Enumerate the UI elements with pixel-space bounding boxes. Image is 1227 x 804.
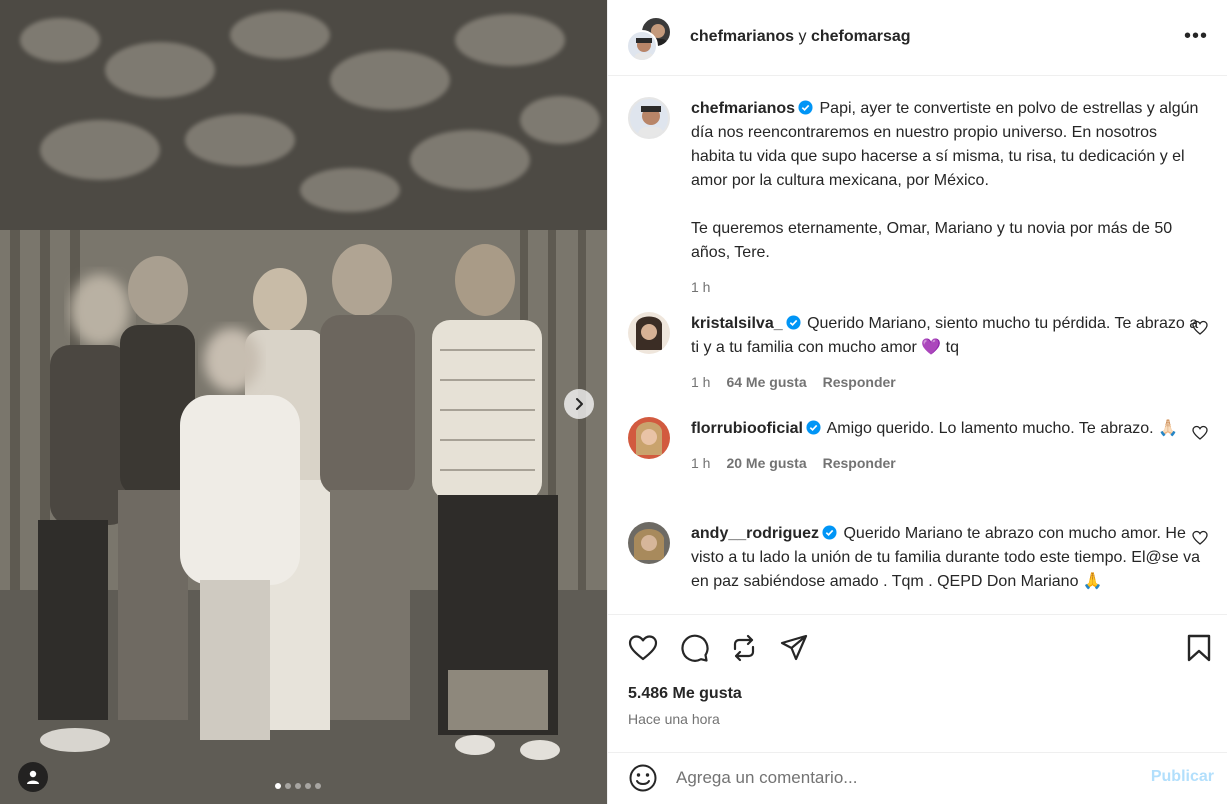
comment-input[interactable] bbox=[676, 763, 1136, 793]
share-icon[interactable] bbox=[779, 633, 809, 663]
avatar[interactable] bbox=[628, 97, 670, 139]
author-username[interactable]: chefmarianos bbox=[690, 28, 794, 45]
comments-list[interactable]: chefmarianos Papi, ayer te convertiste e… bbox=[608, 77, 1227, 614]
collaborator-username[interactable]: chefomarsag bbox=[811, 28, 911, 45]
chevron-right-icon bbox=[576, 398, 583, 410]
post-header: chefmarianos y chefomarsag ••• bbox=[608, 0, 1227, 76]
caption-time[interactable]: 1 h bbox=[691, 275, 710, 299]
comment-likes[interactable]: 20 Me gusta bbox=[726, 451, 806, 475]
post-comment-button[interactable]: Publicar bbox=[1151, 768, 1214, 786]
heart-icon[interactable] bbox=[1192, 425, 1208, 441]
comment-username[interactable]: florrubiooficial bbox=[691, 420, 803, 437]
avatar[interactable] bbox=[628, 312, 670, 354]
authors-connector: y bbox=[794, 28, 811, 45]
comment-meta: 1 h 20 Me gusta Responder bbox=[691, 451, 1201, 475]
repost-icon[interactable] bbox=[729, 633, 759, 663]
caption-meta: 1 h bbox=[691, 275, 1201, 299]
carousel-dot bbox=[295, 783, 301, 789]
heart-icon[interactable] bbox=[1192, 320, 1208, 336]
caption-text-2: Te queremos eternamente, Omar, Mariano y… bbox=[691, 220, 1173, 261]
person-tag-icon bbox=[27, 770, 39, 784]
carousel-dot bbox=[305, 783, 311, 789]
comment-likes[interactable]: 64 Me gusta bbox=[726, 370, 806, 394]
comment-body: andy__rodriguez Querido Mariano te abraz… bbox=[691, 522, 1201, 594]
verified-badge-icon bbox=[806, 420, 821, 435]
heart-icon[interactable] bbox=[628, 633, 658, 663]
avatar[interactable] bbox=[628, 417, 670, 459]
post-actions: 5.486 Me gusta Hace una hora bbox=[608, 614, 1227, 752]
avatar[interactable] bbox=[628, 522, 670, 564]
likes-count[interactable]: 5.486 Me gusta bbox=[628, 685, 742, 703]
comment-body: kristalsilva_ Querido Mariano, siento mu… bbox=[691, 312, 1201, 394]
post-media[interactable] bbox=[0, 0, 607, 804]
carousel-indicator bbox=[275, 783, 321, 789]
collab-avatars[interactable] bbox=[626, 16, 672, 62]
comment-username[interactable]: andy__rodriguez bbox=[691, 525, 819, 542]
tagged-people-button[interactable] bbox=[18, 762, 48, 792]
comment-time[interactable]: 1 h bbox=[691, 370, 710, 394]
heart-icon[interactable] bbox=[1192, 530, 1208, 546]
more-options-button[interactable]: ••• bbox=[1184, 24, 1208, 48]
post-details-pane: chefmarianos y chefomarsag ••• chefmaria… bbox=[607, 0, 1227, 804]
verified-badge-icon bbox=[786, 315, 801, 330]
more-options-icon: ••• bbox=[1184, 24, 1209, 47]
reply-button[interactable]: Responder bbox=[823, 451, 896, 475]
post-timestamp[interactable]: Hace una hora bbox=[628, 711, 720, 727]
caption-username[interactable]: chefmarianos bbox=[691, 100, 795, 117]
carousel-next-button[interactable] bbox=[564, 389, 594, 419]
post-authors: chefmarianos y chefomarsag bbox=[690, 28, 911, 46]
verified-badge-icon bbox=[822, 525, 837, 540]
comment-time[interactable]: 1 h bbox=[691, 451, 710, 475]
carousel-dot bbox=[275, 783, 281, 789]
comment-text: Amigo querido. Lo lamento mucho. Te abra… bbox=[826, 420, 1178, 437]
avatar[interactable] bbox=[626, 30, 658, 62]
emoji-icon[interactable] bbox=[628, 763, 658, 793]
bookmark-icon[interactable] bbox=[1184, 633, 1214, 663]
carousel-dot bbox=[315, 783, 321, 789]
comment-meta: 1 h 64 Me gusta Responder bbox=[691, 370, 1201, 394]
reply-button[interactable]: Responder bbox=[823, 370, 896, 394]
post-photo bbox=[0, 0, 607, 804]
caption-body: chefmarianos Papi, ayer te convertiste e… bbox=[691, 97, 1201, 299]
comment-body: florrubiooficial Amigo querido. Lo lamen… bbox=[691, 417, 1201, 475]
comment-username[interactable]: kristalsilva_ bbox=[691, 315, 783, 332]
add-comment-bar: Publicar bbox=[608, 752, 1227, 804]
verified-badge-icon bbox=[798, 100, 813, 115]
carousel-dot bbox=[285, 783, 291, 789]
comment-icon[interactable] bbox=[679, 633, 709, 663]
